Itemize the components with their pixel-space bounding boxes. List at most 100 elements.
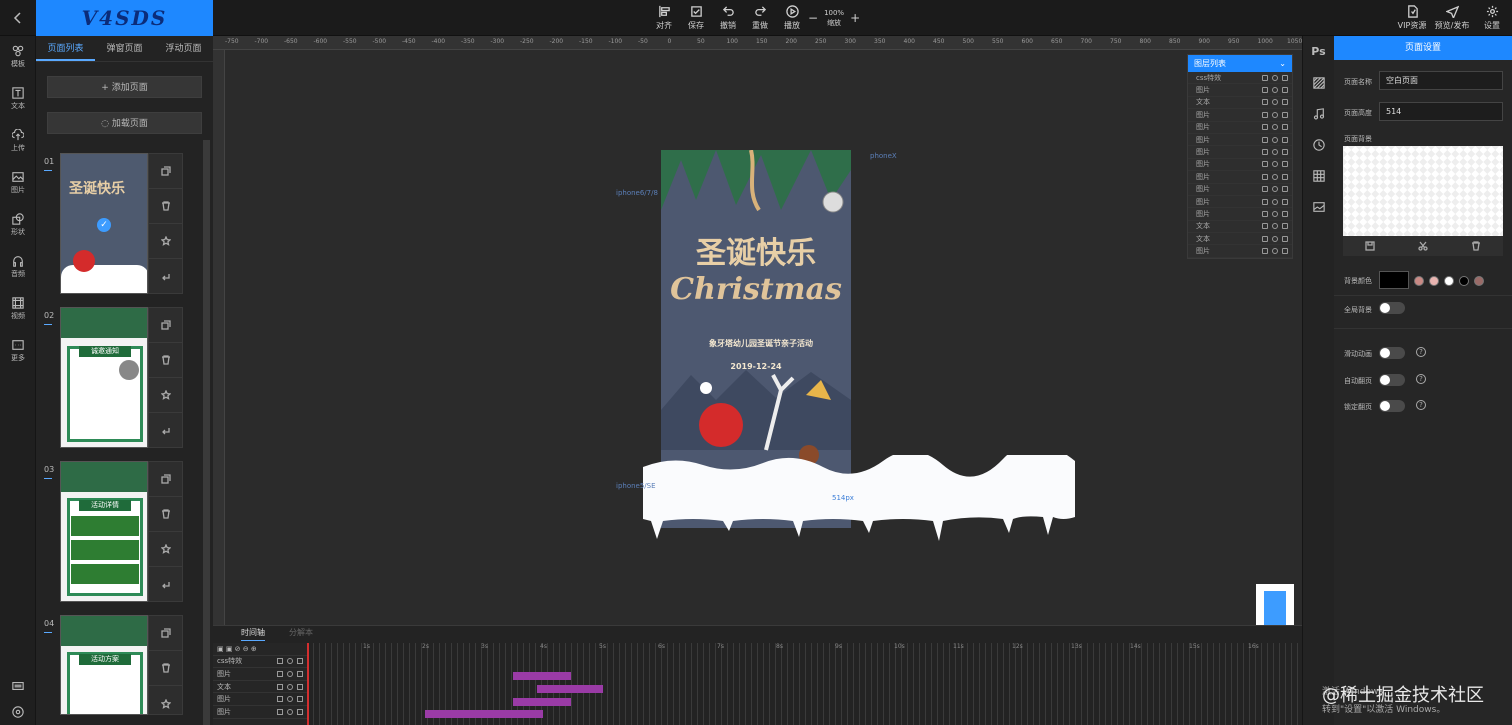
layer-row[interactable]: 图片 [1188, 196, 1292, 209]
timeline-row[interactable]: 图片 [213, 668, 307, 681]
layer-row[interactable]: 文本 [1188, 221, 1292, 234]
delete-page-button[interactable] [149, 189, 182, 224]
color-swatch[interactable] [1474, 276, 1484, 286]
timeline-row[interactable]: 图片 [213, 706, 307, 719]
timeline-bar[interactable] [513, 672, 571, 680]
move-page-button[interactable] [149, 259, 182, 294]
page-thumbnail[interactable]: 诚邀通知 [60, 307, 148, 448]
play-button[interactable]: 播放 [776, 0, 808, 36]
lock-icon[interactable] [1282, 111, 1288, 118]
edit-icon[interactable] [277, 696, 283, 703]
help-icon[interactable]: ? [1416, 400, 1426, 410]
add-page-button[interactable]: + 添加页面 [47, 76, 202, 98]
page-thumbnail[interactable]: 活动详情 [60, 461, 148, 602]
timeline-bar[interactable] [513, 698, 571, 706]
playhead[interactable] [307, 643, 309, 725]
edit-icon[interactable] [1262, 223, 1268, 230]
eye-icon[interactable] [1272, 149, 1278, 156]
eye-icon[interactable] [287, 658, 293, 665]
history-button[interactable] [1303, 129, 1334, 160]
timeline-row[interactable]: 文本 [213, 681, 307, 694]
edit-icon[interactable] [1262, 198, 1268, 205]
redo-button[interactable]: 重做 [744, 0, 776, 36]
music-button[interactable] [1303, 98, 1334, 129]
nav-more[interactable]: 更多 [0, 330, 36, 372]
nav-template[interactable]: 模板 [0, 36, 36, 78]
eye-icon[interactable] [1272, 223, 1278, 230]
save-button[interactable]: 保存 [680, 0, 712, 36]
edit-icon[interactable] [1262, 210, 1268, 217]
picture-button[interactable] [1303, 191, 1334, 222]
bg-save-button[interactable] [1343, 236, 1396, 256]
poster-subtitle[interactable]: 象牙塔幼儿园圣诞节亲子活动 [701, 338, 821, 349]
copy-page-button[interactable] [149, 308, 182, 343]
auto-flip-toggle[interactable] [1379, 374, 1405, 386]
slide-anim-toggle[interactable] [1379, 347, 1405, 359]
edit-icon[interactable] [1262, 248, 1268, 255]
lock-icon[interactable] [1282, 198, 1288, 205]
lock-icon[interactable] [1282, 161, 1288, 168]
edit-icon[interactable] [277, 658, 283, 665]
move-page-button[interactable] [149, 413, 182, 448]
copy-page-button[interactable] [149, 616, 182, 651]
timeline-row[interactable]: 图片 [213, 693, 307, 706]
eye-icon[interactable] [287, 696, 293, 703]
timeline-bar[interactable] [425, 710, 543, 718]
layer-row[interactable]: 图片 [1188, 134, 1292, 147]
texture-button[interactable] [1303, 67, 1334, 98]
lock-icon[interactable] [1282, 74, 1288, 81]
lock-icon[interactable] [297, 708, 303, 715]
layer-row[interactable]: 图片 [1188, 109, 1292, 122]
lock-icon[interactable] [1282, 235, 1288, 242]
favorite-page-button[interactable] [149, 224, 182, 259]
lock-icon[interactable] [1282, 124, 1288, 131]
lock-icon[interactable] [1282, 248, 1288, 255]
page-item[interactable]: 01 圣诞快乐 ✓ [44, 153, 183, 295]
eye-icon[interactable] [1272, 210, 1278, 217]
ps-icon[interactable]: Ps [1303, 36, 1334, 67]
eye-icon[interactable] [287, 670, 293, 677]
layer-row[interactable]: 图片 [1188, 208, 1292, 221]
nav-shape[interactable]: 形状 [0, 204, 36, 246]
page-name-input[interactable]: 空白页面 [1379, 71, 1503, 90]
app-logo[interactable]: V4SDS [36, 0, 213, 36]
tab-breakdown[interactable]: 分解本 [289, 626, 313, 641]
edit-icon[interactable] [1262, 136, 1268, 143]
layer-row[interactable]: 图片 [1188, 84, 1292, 97]
eye-icon[interactable] [1272, 99, 1278, 106]
bg-color-picker[interactable] [1379, 271, 1409, 289]
lock-flip-toggle[interactable] [1379, 400, 1405, 412]
page-item[interactable]: 03 活动详情 [44, 461, 183, 603]
copy-page-button[interactable] [149, 154, 182, 189]
minimap-viewport[interactable] [1264, 591, 1286, 629]
nav-image[interactable]: 图片 [0, 162, 36, 204]
page-item[interactable]: 04 活动方案 [44, 615, 183, 715]
nav-text[interactable]: 文本 [0, 78, 36, 120]
lock-icon[interactable] [1282, 223, 1288, 230]
layer-row[interactable]: 图片 [1188, 122, 1292, 134]
page-thumbnail[interactable]: 圣诞快乐 ✓ [60, 153, 148, 294]
page-thumbnail[interactable]: 活动方案 [60, 615, 148, 715]
undo-button[interactable]: 撤销 [712, 0, 744, 36]
edit-icon[interactable] [277, 708, 283, 715]
delete-page-button[interactable] [149, 343, 182, 378]
edit-icon[interactable] [1262, 74, 1268, 81]
color-swatch[interactable] [1414, 276, 1424, 286]
edit-icon[interactable] [1262, 149, 1268, 156]
poster-title-en[interactable]: Christmas [661, 272, 851, 307]
layer-list-header[interactable]: 图层列表 ⌄ [1188, 55, 1292, 72]
lock-icon[interactable] [297, 670, 303, 677]
lock-icon[interactable] [1282, 173, 1288, 180]
edit-icon[interactable] [1262, 173, 1268, 180]
eye-icon[interactable] [1272, 111, 1278, 118]
background-preview[interactable] [1343, 146, 1503, 236]
layer-row[interactable]: 图片 [1188, 245, 1292, 258]
lock-icon[interactable] [297, 683, 303, 690]
lock-icon[interactable] [1282, 186, 1288, 193]
lock-icon[interactable] [1282, 99, 1288, 106]
align-button[interactable]: 对齐 [648, 0, 680, 36]
eye-icon[interactable] [287, 683, 293, 690]
eye-icon[interactable] [1272, 186, 1278, 193]
nav-upload[interactable]: 上传 [0, 120, 36, 162]
nav-video[interactable]: 视频 [0, 288, 36, 330]
